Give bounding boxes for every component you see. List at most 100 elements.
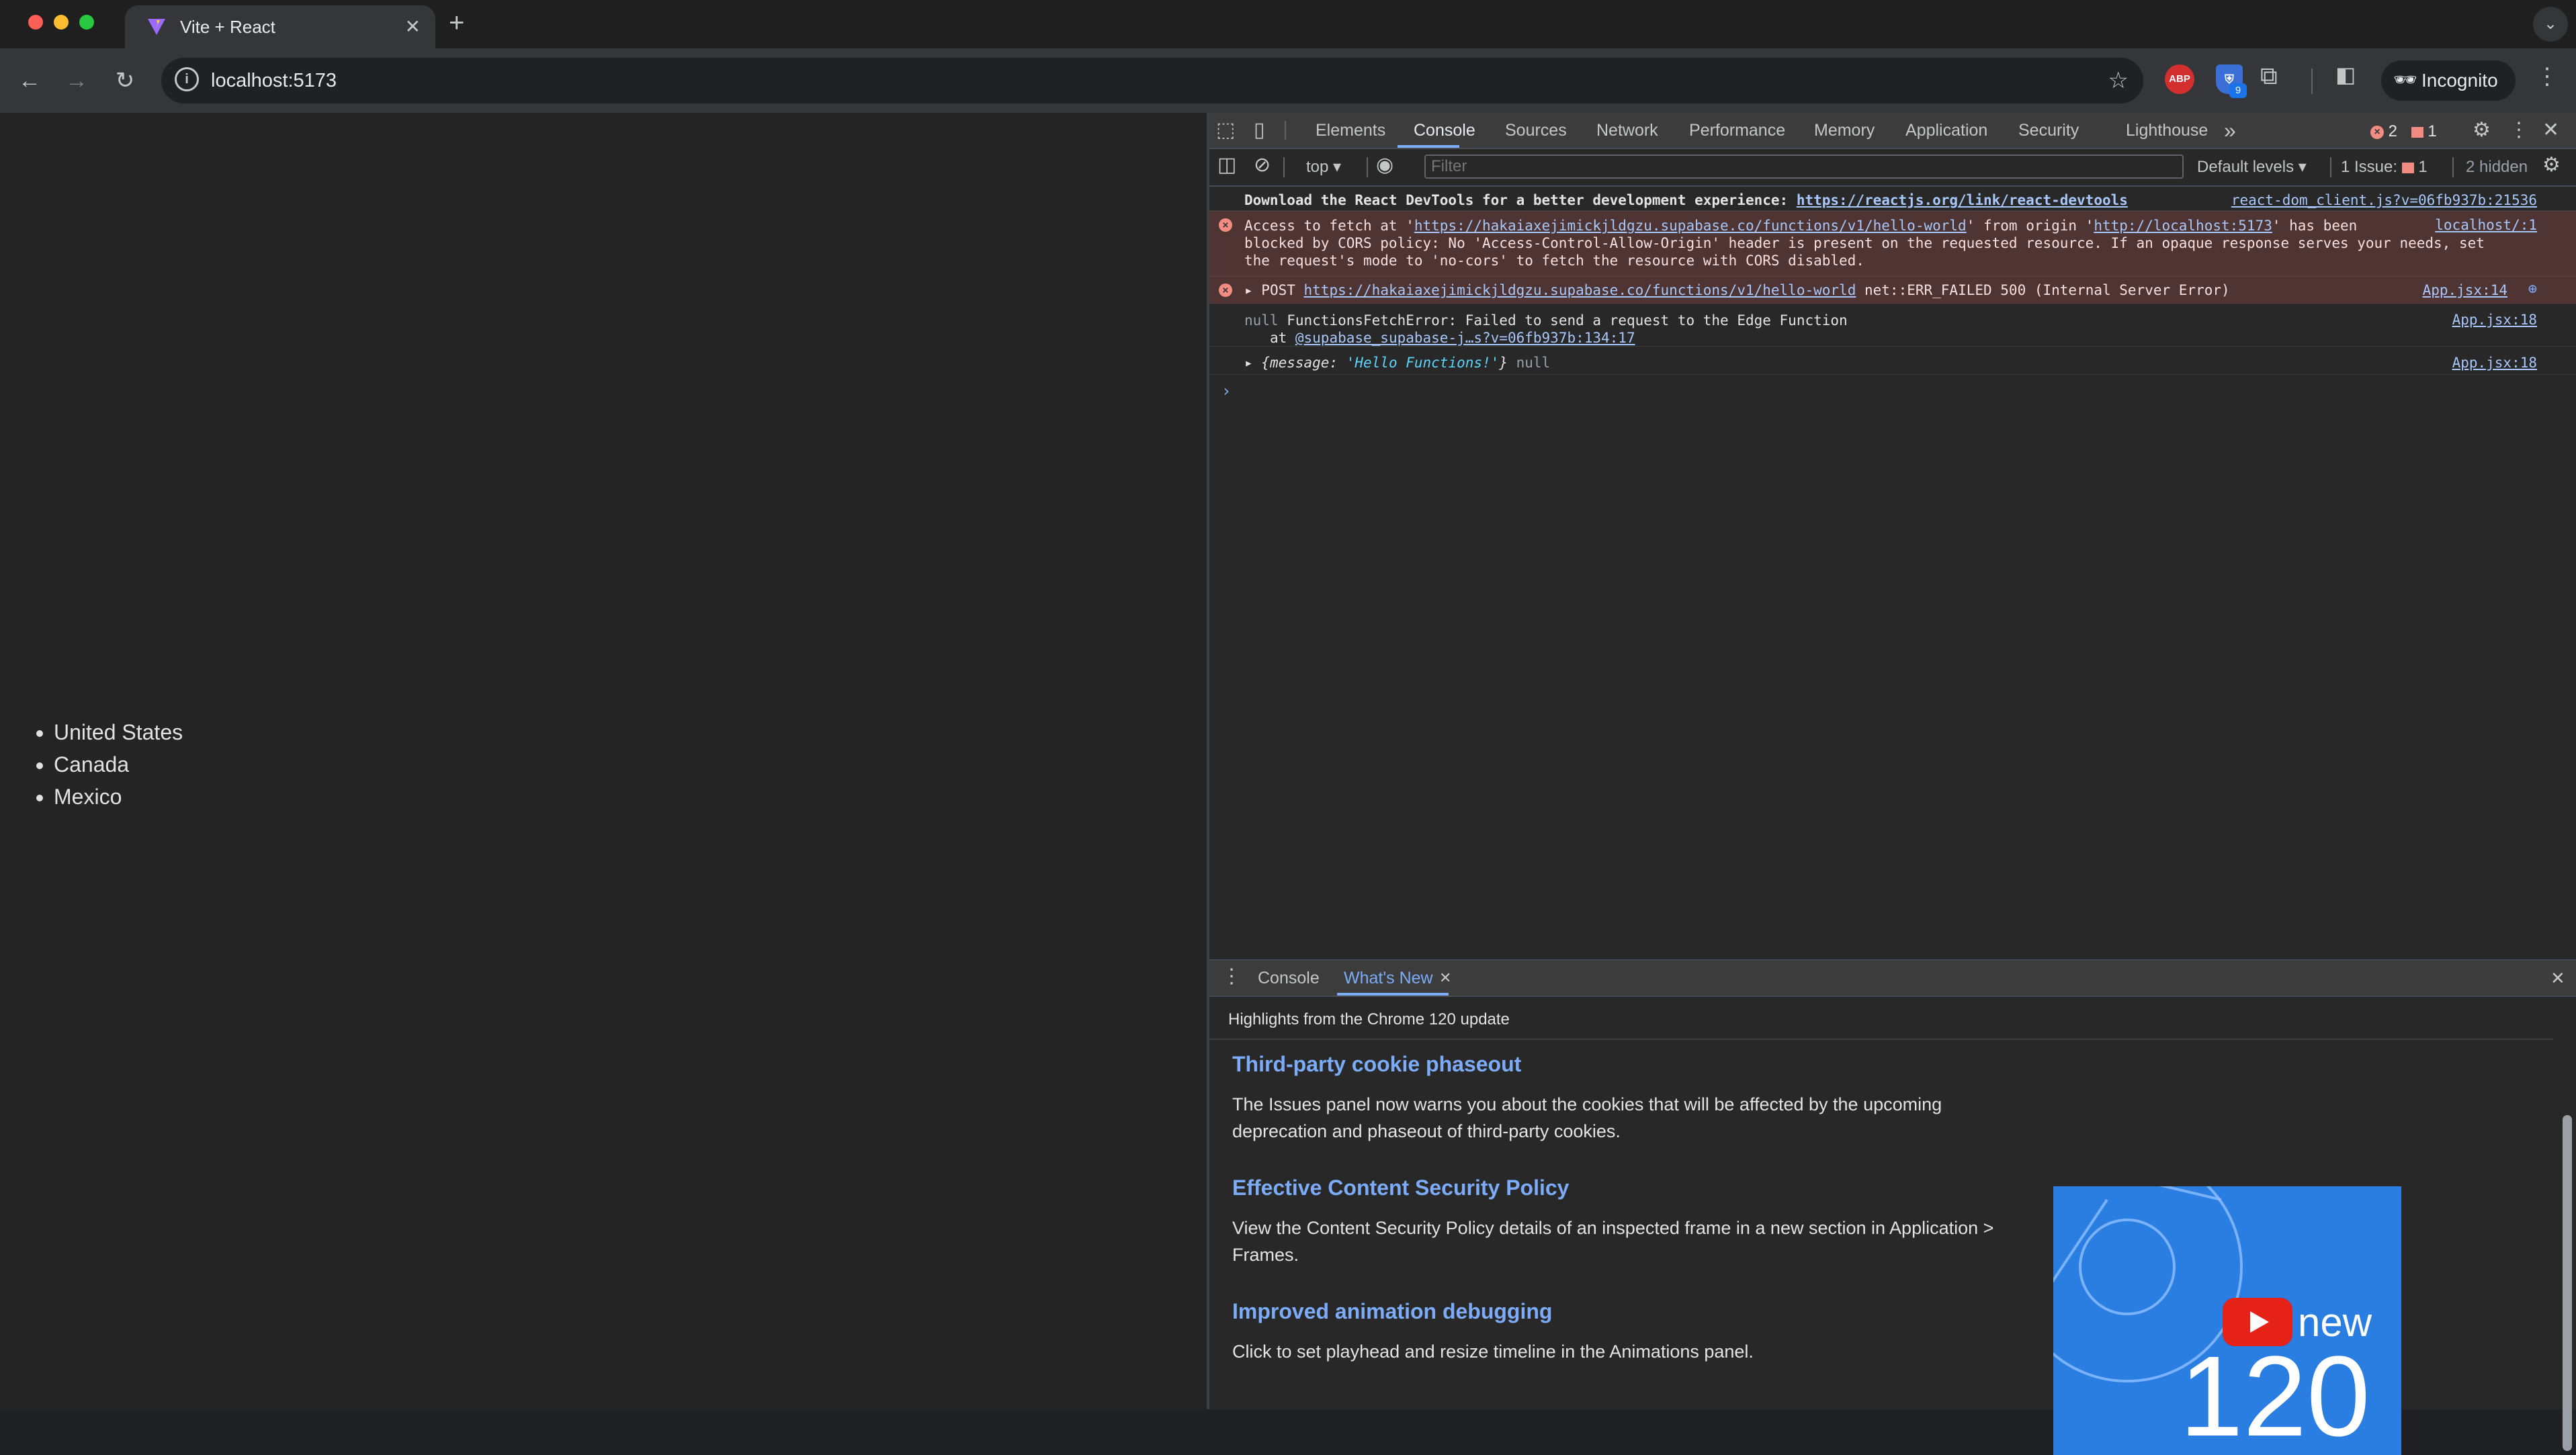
browser-tab[interactable]: Vite + React ✕ bbox=[125, 5, 435, 48]
scrollbar-thumb[interactable] bbox=[2563, 1115, 2572, 1451]
page-viewport: United States Canada Mexico bbox=[0, 113, 1207, 1409]
thumbnail-version: 120 bbox=[2180, 1333, 2370, 1455]
message-link[interactable]: https://hakaiaxejimickjldgzu.supabase.co… bbox=[1414, 218, 1967, 234]
close-drawer-icon[interactable]: ✕ bbox=[2550, 961, 2565, 996]
tab-elements[interactable]: Elements bbox=[1316, 113, 1385, 148]
new-tab-button[interactable]: + bbox=[449, 8, 464, 38]
section-title[interactable]: Third-party cookie phaseout bbox=[1232, 1052, 1521, 1077]
console-settings-icon[interactable]: ⚙ bbox=[2542, 153, 2561, 177]
bookmark-star-icon[interactable]: ☆ bbox=[2108, 58, 2129, 103]
issues-label: 1 Issue: bbox=[2341, 158, 2398, 176]
close-tab-icon[interactable]: ✕ bbox=[1439, 961, 1451, 996]
message-link[interactable]: @supabase_supabase-j…s?v=06fb937b:134:17 bbox=[1295, 330, 1635, 346]
message-link[interactable]: https://hakaiaxejimickjldgzu.supabase.co… bbox=[1304, 282, 1856, 298]
network-request-icon[interactable]: ⊕ bbox=[2528, 281, 2537, 298]
tab-search-button[interactable]: ⌄ bbox=[2533, 7, 2568, 42]
section-title[interactable]: Effective Content Security Policy bbox=[1232, 1176, 1569, 1200]
drawer-menu-icon[interactable]: ⋮ bbox=[1221, 965, 1242, 988]
site-info-icon[interactable]: i bbox=[175, 67, 199, 91]
log-levels-dropdown[interactable]: Default levels ▾ bbox=[2197, 149, 2307, 185]
active-tab-indicator bbox=[1337, 993, 1449, 996]
tab-lighthouse[interactable]: Lighthouse bbox=[2126, 113, 2208, 148]
message-link[interactable]: https://reactjs.org/link/react-devtools bbox=[1797, 192, 2128, 208]
inspect-element-icon[interactable]: ⬚ bbox=[1216, 118, 1235, 142]
context-selector[interactable]: top ▾ bbox=[1306, 149, 1341, 185]
drawer-tab-whats-new[interactable]: What's New bbox=[1344, 961, 1433, 996]
tab-close-icon[interactable]: ✕ bbox=[405, 5, 421, 48]
maximize-window-button[interactable] bbox=[79, 15, 94, 30]
tab-sources[interactable]: Sources bbox=[1505, 113, 1567, 148]
close-devtools-icon[interactable]: ✕ bbox=[2542, 118, 2559, 142]
incognito-indicator[interactable]: 🕶 Incognito bbox=[2381, 60, 2516, 101]
message-text: Download the React DevTools for a better… bbox=[1244, 192, 1797, 208]
error-icon: × bbox=[1219, 218, 1232, 232]
filter-input[interactable] bbox=[1424, 155, 2184, 179]
message-text: blocked by CORS policy: No 'Access-Contr… bbox=[1244, 235, 2485, 251]
devtools-panel: ⬚ ▯ Elements Console Sources Network Per… bbox=[1209, 113, 2576, 1455]
reload-icon[interactable]: ↻ bbox=[108, 63, 142, 98]
back-icon[interactable]: ← bbox=[12, 63, 47, 98]
console-prompt[interactable]: › bbox=[1221, 382, 1231, 400]
whats-new-header: Highlights from the Chrome 120 update bbox=[1228, 1010, 1510, 1028]
issue-flag-icon bbox=[2401, 162, 2414, 173]
source-link[interactable]: localhost/:1 bbox=[2435, 217, 2537, 233]
console-message-log: null FunctionsFetchError: Failed to send… bbox=[1209, 305, 2576, 347]
source-link[interactable]: react-dom_client.js?v=06fb937b:21536 bbox=[2231, 192, 2537, 208]
browser-toolbar: ← → ↻ i localhost:5173 ☆ ABP ⛨ 9 ⧉ ◧ 🕶 I… bbox=[0, 48, 2576, 113]
clear-console-icon[interactable]: ⊘ bbox=[1254, 153, 1271, 177]
section-body: View the Content Security Policy details… bbox=[1232, 1218, 1994, 1265]
list-item: United States bbox=[54, 716, 183, 748]
console-message-error: × Access to fetch at 'https://hakaiaxeji… bbox=[1209, 211, 2576, 277]
drawer-tab-console[interactable]: Console bbox=[1258, 961, 1320, 996]
message-text: ' from origin ' bbox=[1966, 218, 2094, 234]
video-thumbnail[interactable]: new 120 bbox=[2053, 1186, 2401, 1455]
minimize-window-button[interactable] bbox=[54, 15, 69, 30]
sidebar-toggle-icon[interactable]: ◫ bbox=[1217, 153, 1236, 177]
console-message-error[interactable]: × ▸ POST https://hakaiaxejimickjldgzu.su… bbox=[1209, 277, 2576, 304]
settings-gear-icon[interactable]: ⚙ bbox=[2473, 118, 2491, 142]
address-bar[interactable]: i localhost:5173 ☆ bbox=[161, 58, 2143, 103]
close-window-button[interactable] bbox=[28, 15, 43, 30]
console-toolbar: ◫ ⊘ top ▾ ◉ Default levels ▾ 1 Issue: 1 … bbox=[1209, 149, 2576, 187]
tab-memory[interactable]: Memory bbox=[1814, 113, 1875, 148]
message-text: the request's mode to 'no-cors' to fetch… bbox=[1244, 253, 1864, 269]
message-link[interactable]: http://localhost:5173 bbox=[2094, 218, 2272, 234]
issues-button[interactable]: 1 Issue: 1 bbox=[2341, 149, 2428, 185]
devtools-tabbar: ⬚ ▯ Elements Console Sources Network Per… bbox=[1209, 113, 2576, 149]
message-text: at bbox=[1269, 330, 1295, 346]
section-title[interactable]: Improved animation debugging bbox=[1232, 1299, 1552, 1324]
tab-performance[interactable]: Performance bbox=[1689, 113, 1785, 148]
divider bbox=[1209, 1039, 2553, 1040]
url-text[interactable]: localhost:5173 bbox=[211, 58, 337, 103]
section-body: Click to set playhead and resize timelin… bbox=[1232, 1341, 1754, 1362]
drawer-tabbar: ⋮ Console What's New ✕ ✕ bbox=[1209, 959, 2576, 997]
devtools-menu-icon[interactable]: ⋮ bbox=[2509, 118, 2529, 142]
tab-console[interactable]: Console bbox=[1414, 113, 1475, 148]
browser-menu-icon[interactable]: ⋮ bbox=[2536, 63, 2559, 90]
source-link[interactable]: App.jsx:14 bbox=[2423, 282, 2507, 298]
source-link[interactable]: App.jsx:18 bbox=[2452, 312, 2537, 328]
console-messages: Download the React DevTools for a better… bbox=[1209, 187, 2576, 958]
error-icon: × bbox=[2370, 125, 2384, 139]
tab-application[interactable]: Application bbox=[1905, 113, 1987, 148]
devtools-drawer: ⋮ Console What's New ✕ ✕ Highlights from… bbox=[1209, 959, 2576, 1455]
log-levels-label: Default levels bbox=[2197, 158, 2294, 176]
extensions-puzzle-icon[interactable]: ⧉ bbox=[2260, 62, 2278, 91]
error-counter[interactable]: × 2 1 bbox=[2370, 122, 2437, 141]
incognito-label: Incognito bbox=[2421, 70, 2498, 91]
source-link[interactable]: App.jsx:18 bbox=[2452, 355, 2537, 371]
tab-network[interactable]: Network bbox=[1596, 113, 1658, 148]
list-item: Canada bbox=[54, 748, 183, 781]
tab-security[interactable]: Security bbox=[2018, 113, 2079, 148]
incognito-icon: 🕶 bbox=[2393, 69, 2417, 90]
adblock-extension-icon[interactable]: ABP bbox=[2165, 64, 2194, 94]
console-message-log[interactable]: ▸ {message: 'Hello Functions!'} null App… bbox=[1209, 348, 2576, 375]
side-panel-icon[interactable]: ◧ bbox=[2335, 62, 2356, 87]
forward-icon[interactable]: → bbox=[59, 63, 94, 98]
live-expression-eye-icon[interactable]: ◉ bbox=[1376, 153, 1393, 177]
issues-count: 1 bbox=[2418, 158, 2428, 176]
more-tabs-icon[interactable]: » bbox=[2224, 113, 2236, 148]
tab-strip: Vite + React ✕ + ⌄ bbox=[0, 0, 2576, 48]
error-icon: × bbox=[1219, 283, 1232, 297]
device-toolbar-icon[interactable]: ▯ bbox=[1254, 118, 1265, 142]
